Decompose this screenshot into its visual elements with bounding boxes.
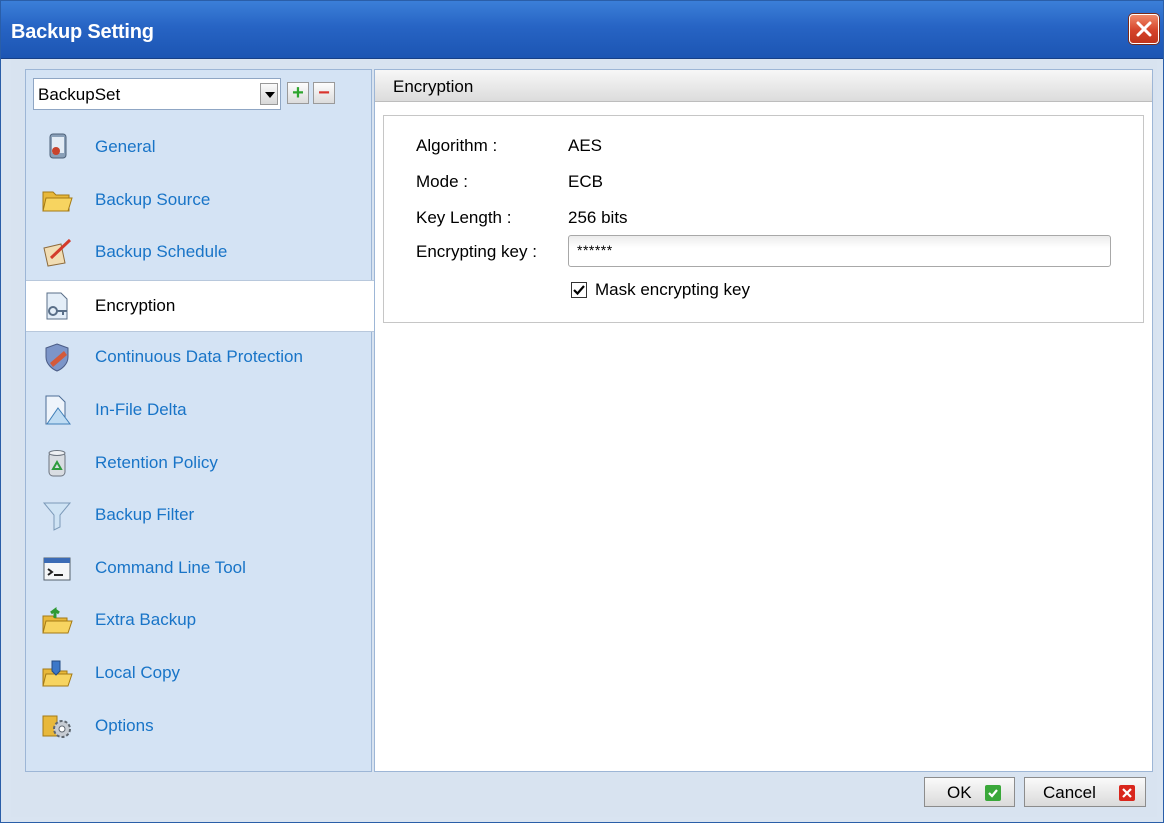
local-copy-icon	[42, 660, 73, 687]
options-gear-icon	[42, 715, 71, 738]
sidebar-item-local-copy[interactable]: Local Copy	[26, 648, 371, 701]
encryption-details: Algorithm : AES Mode : ECB Key Length : …	[383, 115, 1144, 323]
sidebar-item-label: Local Copy	[95, 662, 181, 682]
encrypting-key-value: ******	[577, 242, 613, 258]
general-icon	[49, 133, 67, 159]
sidebar-item-label: Backup Source	[95, 189, 211, 209]
backup-set-value: BackupSet	[38, 85, 121, 104]
sidebar-item-label: Command Line Tool	[95, 557, 246, 577]
mask-encrypting-key-label: Mask encrypting key	[595, 280, 750, 299]
ok-button[interactable]: OK	[924, 777, 1015, 807]
sidebar: BackupSet + − General Backup Source Back…	[25, 69, 375, 772]
key-length-label: Key Length :	[416, 208, 512, 227]
extra-backup-icon	[42, 607, 73, 634]
close-button[interactable]	[1129, 14, 1159, 44]
panel-title: Encryption	[393, 77, 474, 96]
sidebar-item-backup-schedule[interactable]: Backup Schedule	[26, 227, 371, 280]
checkmark-icon	[573, 285, 585, 296]
cancel-button-label: Cancel	[1043, 783, 1096, 802]
cancel-button[interactable]: Cancel	[1024, 777, 1146, 807]
encrypting-key-field[interactable]: ******	[568, 235, 1111, 267]
close-x-icon	[1136, 21, 1152, 37]
sidebar-item-label: Options	[95, 715, 154, 735]
sidebar-item-label: Backup Schedule	[95, 242, 228, 262]
add-backup-set-button[interactable]: +	[287, 82, 309, 104]
key-length-value: 256 bits	[568, 208, 628, 227]
shield-icon	[45, 343, 69, 372]
encrypting-key-label: Encrypting key :	[416, 242, 537, 261]
delta-icon	[45, 395, 71, 425]
sidebar-item-command-line-tool[interactable]: Command Line Tool	[26, 543, 371, 596]
backup-setting-window: Backup Setting BackupSet + − General Bac…	[0, 0, 1164, 823]
sidebar-item-label: Encryption	[95, 295, 176, 315]
title-bar: Backup Setting	[1, 1, 1163, 59]
sidebar-item-in-file-delta[interactable]: In-File Delta	[26, 385, 371, 438]
chevron-down-icon[interactable]	[260, 83, 278, 105]
sidebar-item-label: Continuous Data Protection	[95, 347, 303, 367]
algorithm-value: AES	[568, 136, 603, 155]
encryption-panel: Encryption Algorithm : AES Mode : ECB Ke…	[374, 69, 1153, 772]
algorithm-label: Algorithm :	[416, 136, 498, 155]
check-icon	[985, 785, 1001, 801]
remove-backup-set-button[interactable]: −	[313, 82, 335, 104]
schedule-icon	[43, 239, 72, 267]
filter-funnel-icon	[42, 502, 72, 531]
sidebar-item-retention-policy[interactable]: Retention Policy	[26, 438, 371, 491]
ok-button-label: OK	[947, 783, 972, 802]
sidebar-item-continuous-data-protection[interactable]: Continuous Data Protection	[26, 332, 371, 385]
close-icon	[1119, 785, 1135, 801]
sidebar-item-label: Retention Policy	[95, 452, 218, 472]
mask-encrypting-key-checkbox[interactable]	[571, 282, 587, 298]
dialog-body: BackupSet + − General Backup Source Back…	[11, 59, 1157, 817]
sidebar-item-extra-backup[interactable]: Extra Backup	[26, 595, 371, 648]
sidebar-item-label: Backup Filter	[95, 505, 195, 525]
mode-value: ECB	[568, 172, 603, 191]
sidebar-item-options[interactable]: Options	[26, 701, 371, 754]
recycle-bin-icon	[48, 449, 66, 477]
sidebar-item-backup-source[interactable]: Backup Source	[26, 175, 371, 228]
folder-icon	[42, 191, 73, 212]
sidebar-item-backup-filter[interactable]: Backup Filter	[26, 490, 371, 543]
panel-header: Encryption	[375, 70, 1152, 102]
sidebar-item-encryption[interactable]: Encryption	[26, 279, 375, 333]
backup-set-select[interactable]: BackupSet	[33, 78, 281, 110]
sidebar-item-label: In-File Delta	[95, 399, 187, 419]
mode-label: Mode :	[416, 172, 468, 191]
window-title: Backup Setting	[11, 21, 154, 43]
settings-nav: General Backup Source Backup Schedule En…	[26, 122, 375, 754]
sidebar-item-label: Extra Backup	[95, 610, 197, 630]
encryption-key-icon	[46, 292, 68, 320]
command-line-icon	[43, 557, 71, 581]
sidebar-item-general[interactable]: General	[26, 122, 371, 175]
sidebar-item-label: General	[95, 137, 156, 156]
